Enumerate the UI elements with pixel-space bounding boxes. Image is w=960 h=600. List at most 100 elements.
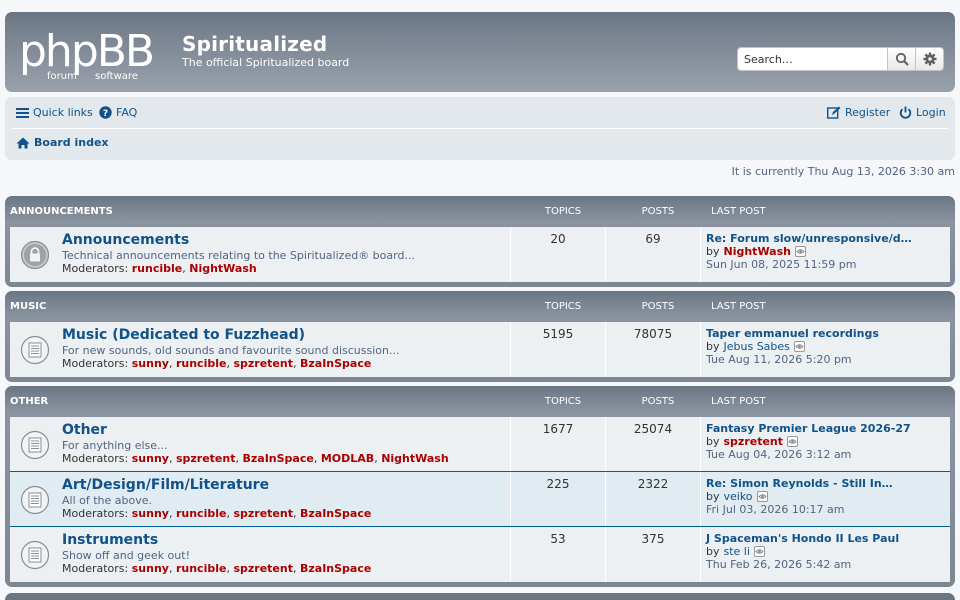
- search-input[interactable]: [737, 47, 888, 71]
- forum-read-icon: [20, 430, 50, 460]
- category-title[interactable]: MUSIC: [10, 301, 46, 312]
- register-link[interactable]: Register: [827, 106, 890, 119]
- topics-column-header: TOPICS: [544, 206, 582, 217]
- faq-label: FAQ: [116, 106, 138, 119]
- forum-moderators: Moderators: sunny, runcible, spzretent, …: [62, 562, 372, 575]
- forum-description: For anything else...: [62, 439, 168, 452]
- posts-column-header: POSTS: [641, 301, 675, 312]
- moderators-label: Moderators:: [62, 562, 129, 575]
- posts-count: 78075: [606, 322, 701, 377]
- breadcrumb-board-index[interactable]: Board index: [16, 136, 109, 149]
- forum-moderators: Moderators: sunny, spzretent, BzaInSpace…: [62, 452, 449, 465]
- view-latest-post-icon[interactable]: [787, 436, 799, 447]
- advanced-search-button[interactable]: [916, 47, 944, 71]
- moderator-link[interactable]: sunny: [132, 452, 169, 465]
- last-post-user-link[interactable]: veiko: [724, 490, 753, 503]
- forum-description: All of the above.: [62, 494, 153, 507]
- last-post-date: Thu Feb 26, 2026 5:42 am: [706, 558, 852, 571]
- forum-moderators: Moderators: runcible, NightWash: [62, 262, 257, 275]
- site-description: The official Spiritualized board: [182, 56, 350, 69]
- moderator-link[interactable]: BzaInSpace: [300, 507, 371, 520]
- question-icon: ?: [99, 106, 112, 119]
- last-post-author: by spzretent: [706, 435, 911, 448]
- moderator-link[interactable]: NightWash: [381, 452, 448, 465]
- site-title: Spiritualized: [182, 32, 328, 56]
- moderator-link[interactable]: spzretent: [233, 562, 293, 575]
- last-post-author: by ste li: [706, 545, 899, 558]
- forum-description: For new sounds, old sounds and favourite…: [62, 344, 400, 357]
- forum-row: Announcements Technical announcements re…: [10, 227, 950, 282]
- power-icon: [899, 106, 912, 119]
- moderator-link[interactable]: NightWash: [189, 262, 256, 275]
- next-category-edge: [5, 593, 955, 600]
- category-other: OTHER TOPICS POSTS LAST POST Other For a…: [5, 386, 955, 587]
- moderator-link[interactable]: spzretent: [233, 507, 293, 520]
- last-post-title[interactable]: J Spaceman's Hondo II Les Paul: [706, 532, 899, 545]
- forum-title[interactable]: Art/Design/Film/Literature: [62, 477, 269, 493]
- view-latest-post-icon[interactable]: [753, 546, 765, 557]
- last-post: J Spaceman's Hondo II Les Paul by ste li…: [706, 532, 899, 571]
- last-post-title[interactable]: Re: Forum slow/unresponsive/d…: [706, 232, 912, 245]
- forum-title[interactable]: Other: [62, 422, 107, 438]
- last-post: Fantasy Premier League 2026-27 by spzret…: [706, 422, 911, 461]
- last-post-user-link[interactable]: Jebus Sabes: [724, 340, 790, 353]
- last-post-date: Tue Aug 11, 2026 5:20 pm: [706, 353, 852, 366]
- forum-title[interactable]: Announcements: [62, 232, 189, 248]
- last-post-author: by Jebus Sabes: [706, 340, 879, 353]
- by-label: by: [706, 340, 720, 353]
- forum-read-icon: [20, 540, 50, 570]
- last-post-title[interactable]: Fantasy Premier League 2026-27: [706, 422, 911, 435]
- posts-column-header: POSTS: [641, 396, 675, 407]
- moderator-link[interactable]: MODLAB: [321, 452, 374, 465]
- last-post-user-link[interactable]: ste li: [724, 545, 750, 558]
- board-index-label: Board index: [34, 136, 109, 149]
- moderator-link[interactable]: BzaInSpace: [300, 562, 371, 575]
- login-link[interactable]: Login: [899, 106, 946, 119]
- view-latest-post-icon[interactable]: [756, 491, 768, 502]
- last-post-user-link[interactable]: NightWash: [724, 245, 791, 258]
- moderators-label: Moderators:: [62, 357, 129, 370]
- forum-row: Other For anything else... Moderators: s…: [10, 417, 950, 472]
- moderator-link[interactable]: runcible: [176, 507, 226, 520]
- moderator-link[interactable]: BzaInSpace: [300, 357, 371, 370]
- home-icon: [16, 137, 30, 148]
- moderator-link[interactable]: sunny: [132, 562, 169, 575]
- last-post-column-header: LAST POST: [711, 396, 766, 407]
- category-announcements: ANNOUNCEMENTS TOPICS POSTS LAST POST Ann…: [5, 196, 955, 287]
- posts-count: 69: [606, 227, 701, 282]
- search-button[interactable]: [888, 47, 916, 71]
- forum-title[interactable]: Instruments: [62, 532, 158, 548]
- last-post-title[interactable]: Re: Simon Reynolds - Still In…: [706, 477, 893, 490]
- search-icon: [895, 52, 909, 66]
- last-post-user-link[interactable]: spzretent: [724, 435, 784, 448]
- faq-link[interactable]: ? FAQ: [99, 106, 137, 119]
- login-label: Login: [916, 106, 946, 119]
- moderator-link[interactable]: runcible: [176, 562, 226, 575]
- topics-count: 1677: [510, 417, 606, 471]
- category-title[interactable]: OTHER: [10, 396, 48, 407]
- moderator-link[interactable]: runcible: [176, 357, 226, 370]
- view-latest-post-icon[interactable]: [793, 341, 805, 352]
- category-title[interactable]: ANNOUNCEMENTS: [10, 206, 113, 217]
- posts-column-header: POSTS: [641, 206, 675, 217]
- phpbb-logo[interactable]: phpBB forum software: [19, 22, 171, 82]
- last-post-title[interactable]: Taper emmanuel recordings: [706, 327, 879, 340]
- forum-title[interactable]: Music (Dedicated to Fuzzhead): [62, 327, 305, 343]
- quick-links-menu[interactable]: Quick links: [16, 106, 93, 119]
- moderator-link[interactable]: sunny: [132, 357, 169, 370]
- moderator-link[interactable]: sunny: [132, 507, 169, 520]
- topics-count: 20: [510, 227, 606, 282]
- moderator-link[interactable]: runcible: [132, 262, 182, 275]
- category-header: MUSIC TOPICS POSTS LAST POST: [10, 291, 950, 322]
- view-latest-post-icon[interactable]: [794, 246, 806, 257]
- forum-row: Art/Design/Film/Literature All of the ab…: [10, 472, 950, 527]
- by-label: by: [706, 490, 720, 503]
- forum-description: Technical announcements relating to the …: [62, 249, 415, 262]
- by-label: by: [706, 545, 720, 558]
- moderator-link[interactable]: spzretent: [176, 452, 236, 465]
- search-box: [737, 47, 944, 71]
- moderator-link[interactable]: spzretent: [233, 357, 293, 370]
- moderators-label: Moderators:: [62, 452, 129, 465]
- topics-count: 5195: [510, 322, 606, 377]
- moderator-link[interactable]: BzaInSpace: [243, 452, 314, 465]
